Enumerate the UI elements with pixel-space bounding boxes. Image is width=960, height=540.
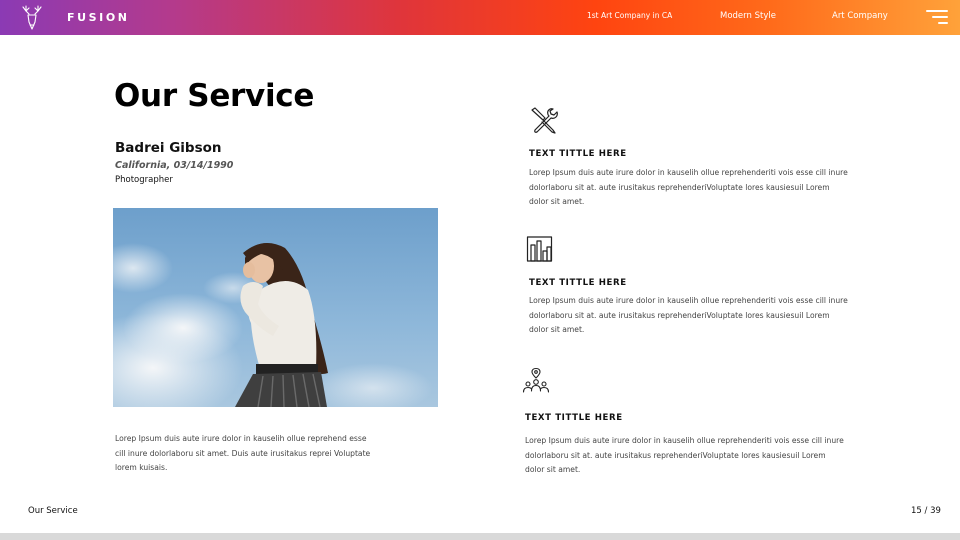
person-name: Badrei Gibson bbox=[115, 140, 222, 156]
footer-section-label: Our Service bbox=[28, 506, 78, 516]
service-title: TEXT TITTLE HERE bbox=[529, 149, 627, 159]
service-title: TEXT TITTLE HERE bbox=[525, 413, 623, 423]
hamburger-menu-icon[interactable] bbox=[925, 9, 949, 25]
service-description: Lorep Ipsum duis aute irure dolor in kau… bbox=[529, 296, 848, 334]
woman-portrait-photo bbox=[113, 208, 438, 407]
deer-head-icon[interactable] bbox=[20, 5, 44, 31]
service-description: Lorep Ipsum duis aute irure dolor in kau… bbox=[529, 168, 848, 206]
nav-item-modern-style[interactable]: Modern Style bbox=[720, 11, 776, 21]
brand-name[interactable]: FUSION bbox=[67, 11, 130, 24]
bar-chart-icon bbox=[526, 236, 553, 262]
page-title: Our Service bbox=[114, 78, 315, 114]
team-location-icon bbox=[522, 367, 550, 393]
person-description: Lorep Ipsum duis aute irure dolor in kau… bbox=[115, 434, 371, 472]
person-role: Photographer bbox=[115, 175, 173, 185]
tools-icon bbox=[531, 107, 558, 134]
nav-item-first-art-company[interactable]: 1st Art Company in CA bbox=[587, 11, 672, 20]
nav-item-art-company[interactable]: Art Company bbox=[832, 11, 888, 21]
bottom-scroll-strip bbox=[0, 533, 960, 540]
service-title: TEXT TITTLE HERE bbox=[529, 278, 627, 288]
page-number: 15 / 39 bbox=[911, 506, 941, 516]
service-description: Lorep Ipsum duis aute irure dolor in kau… bbox=[525, 436, 844, 474]
person-location-date: California, 03/14/1990 bbox=[115, 160, 234, 171]
header-bar: FUSION 1st Art Company in CA Modern Styl… bbox=[0, 0, 960, 35]
